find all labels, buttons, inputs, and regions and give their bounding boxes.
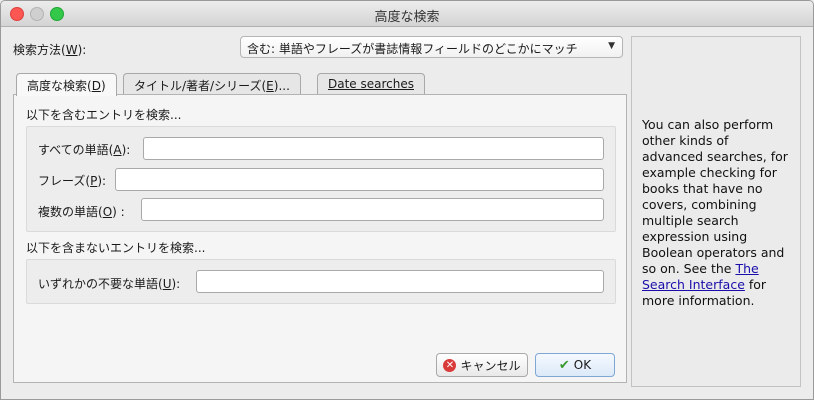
help-text: You can also perform other kinds of adva… [642,117,788,276]
cancel-button[interactable]: ✕ キャンセル [436,353,528,377]
unwanted-words-label-end: ): [171,277,181,291]
advanced-search-panel: 以下を含むエントリを検索... すべての単語(A): フレーズ(P): 複数の単… [13,94,627,383]
all-words-mnemonic: A [113,143,122,157]
multiple-words-label-end: ) : [112,205,125,219]
search-method-selected-value: 含む: 単語やフレーズが書誌情報フィールドのどこかにマッチ [247,42,578,56]
multiple-words-input[interactable] [141,198,604,221]
include-group: すべての単語(A): フレーズ(P): 複数の単語(O) : [26,126,616,232]
cancel-icon: ✕ [443,358,457,372]
all-words-label: すべての単語(A): [38,141,130,158]
tab-date-searches[interactable]: Date searches [317,73,425,94]
search-method-label: 検索方法(W): [13,41,86,58]
all-words-label-end: ): [121,143,131,157]
exclude-group: いずれかの不要な単語(U): [26,259,616,304]
multiple-words-label-text: 複数の単語( [38,205,103,219]
tab-advanced-search-mnemonic: D [91,79,101,93]
unwanted-words-input[interactable] [196,270,604,293]
ok-button-label: OK [573,358,592,372]
exclude-heading: 以下を含まないエントリを検索... [26,241,206,255]
checkmark-icon: ✔ [558,357,570,373]
all-words-label-text: すべての単語( [38,143,114,157]
multiple-words-label: 複数の単語(O) : [38,203,125,220]
search-method-label-text: 検索方法( [13,43,66,57]
tab-advanced-search[interactable]: 高度な検索(D) [16,73,117,96]
phrase-input[interactable] [115,168,604,191]
unwanted-words-label: いずれかの不要な単語(U): [38,275,180,292]
multiple-words-mnemonic: O [102,205,113,219]
cancel-button-label: キャンセル [460,358,521,373]
help-panel: You can also perform other kinds of adva… [631,36,801,387]
search-method-mnemonic: W [65,43,78,57]
phrase-label-text: フレーズ( [38,174,91,188]
tab-title-author-series-label: タイトル/著者/シリーズ( [134,79,267,93]
tab-advanced-search-label: 高度な検索( [27,79,92,93]
search-method-label-end: ): [77,43,87,57]
ok-button[interactable]: ✔ OK [535,353,615,377]
all-words-input[interactable] [143,137,604,160]
tab-advanced-search-label-end: ) [100,79,106,93]
unwanted-words-label-text: いずれかの不要な単語( [38,277,163,291]
tab-title-author-series-label-end: )... [273,79,290,93]
advanced-search-dialog: 高度な検索 検索方法(W): 含む: 単語やフレーズが書誌情報フィールドのどこか… [0,0,814,400]
search-method-select[interactable]: 含む: 単語やフレーズが書誌情報フィールドのどこかにマッチ ▼ [240,36,623,58]
window-title: 高度な検索 [374,10,440,25]
include-heading: 以下を含むエントリを検索... [26,108,182,122]
title-bar: 高度な検索 [1,1,813,27]
tab-title-author-series[interactable]: タイトル/著者/シリーズ(E)... [123,73,301,94]
phrase-label: フレーズ(P): [38,172,106,189]
phrase-label-end: ): [97,174,107,188]
tab-title-author-series-mnemonic: E [266,79,274,93]
chevron-down-icon: ▼ [608,41,615,51]
tab-date-searches-label: Date searches [328,77,414,91]
